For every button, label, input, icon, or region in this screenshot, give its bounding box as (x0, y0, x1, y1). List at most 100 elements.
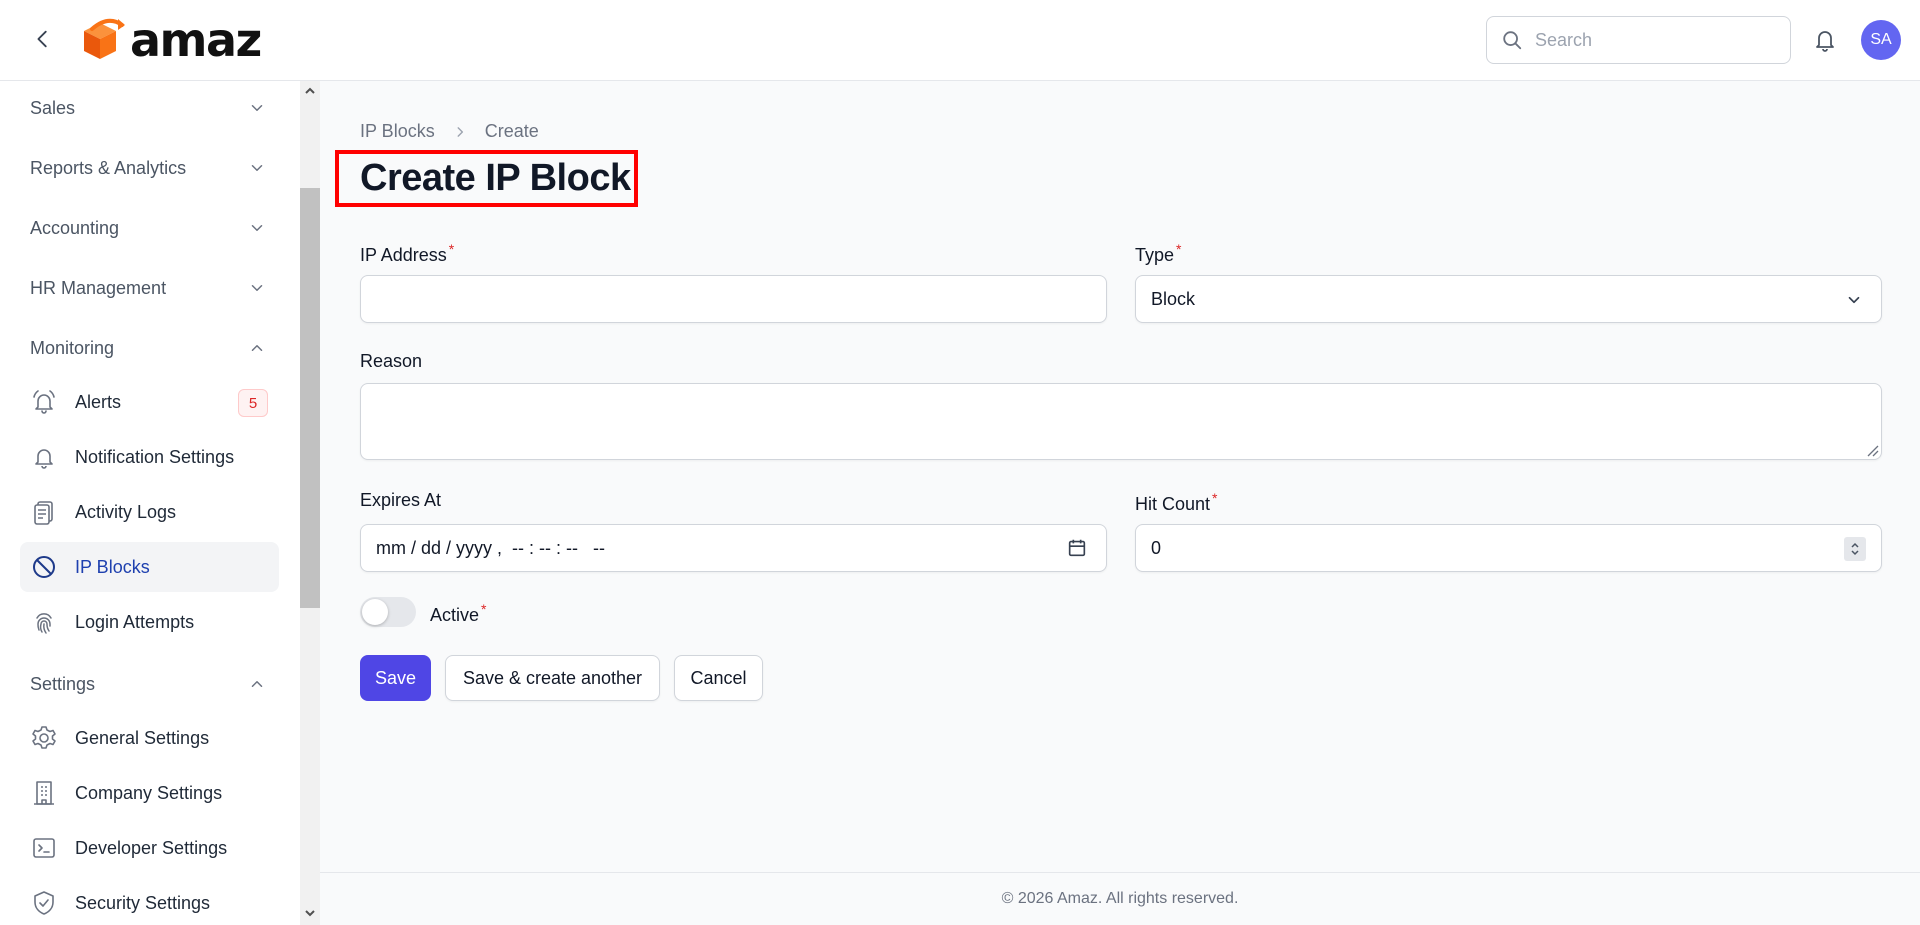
building-icon (30, 779, 58, 807)
chevron-down-icon (251, 165, 263, 171)
required-marker: * (1176, 241, 1182, 257)
search-input[interactable] (1535, 29, 1775, 51)
sidebar-item-login-attempts[interactable]: Login Attempts (20, 597, 279, 647)
page-title: Create IP Block (360, 157, 631, 199)
app-logo[interactable]: amaz (78, 13, 262, 67)
sidebar-item-label: Security Settings (75, 892, 211, 913)
sidebar-group-label: HR Management (30, 277, 167, 298)
toggle-knob (362, 599, 388, 625)
sidebar-group-hr[interactable]: HR Management (0, 266, 300, 310)
scroll-up-button[interactable] (300, 81, 320, 101)
active-label: Active * (430, 601, 486, 626)
bell-icon (1816, 31, 1834, 52)
reason-label: Reason (360, 351, 422, 372)
sidebar-group-accounting[interactable]: Accounting (0, 206, 300, 250)
logo-text: amaz (130, 13, 262, 67)
expires-at-label: Expires At (360, 490, 441, 511)
hit-count-number-input[interactable]: 0 (1135, 524, 1882, 572)
type-select[interactable]: Block (1135, 275, 1882, 323)
sidebar-item-ip-blocks[interactable]: IP Blocks (20, 542, 279, 592)
caret-up-icon (305, 87, 315, 94)
search-icon (1503, 31, 1522, 50)
top-header: amaz SA (0, 0, 1920, 81)
sidebar-group-monitoring[interactable]: Monitoring (0, 326, 300, 370)
save-and-create-another-button[interactable]: Save & create another (445, 655, 660, 701)
sidebar-scrollbar-thumb[interactable] (300, 188, 320, 608)
ip-address-input[interactable] (360, 275, 1107, 323)
caret-down-icon (1851, 550, 1859, 556)
reason-textarea[interactable] (360, 383, 1882, 460)
sidebar-item-alerts[interactable]: Alerts 5 (20, 377, 279, 427)
save-button[interactable]: Save (360, 655, 431, 701)
logo-cube-icon (84, 18, 125, 59)
footer: © 2026 Amaz. All rights reserved. (320, 872, 1920, 925)
datetime-placeholder: mm / dd / yyyy , -- : -- : -- -- (376, 537, 605, 558)
required-marker: * (1212, 490, 1218, 506)
sidebar-item-security-settings[interactable]: Security Settings (20, 878, 279, 925)
sidebar-group-label: Settings (30, 673, 96, 694)
sidebar-group-label: Reports & Analytics (30, 157, 187, 178)
ip-address-label-text: IP Address (360, 245, 447, 265)
user-avatar[interactable]: SA (1861, 20, 1901, 60)
number-spinner[interactable] (1844, 537, 1866, 561)
sidebar-item-company-settings[interactable]: Company Settings (20, 768, 279, 818)
caret-up-icon (1851, 542, 1859, 548)
scroll-down-button[interactable] (300, 903, 320, 923)
main-content: IP Blocks Create Create IP Block IP Addr… (320, 81, 1920, 925)
hit-count-value: 0 (1151, 537, 1162, 558)
sidebar-item-developer-settings[interactable]: Developer Settings (20, 823, 279, 873)
fingerprint-icon (30, 608, 58, 636)
terminal-icon (30, 834, 58, 862)
back-button[interactable] (28, 24, 58, 54)
expires-at-datetime-input[interactable]: mm / dd / yyyy , -- : -- : -- -- (360, 524, 1107, 572)
copyright-text: © 2026 Amaz. All rights reserved. (1001, 890, 1239, 907)
reason-label-text: Reason (360, 351, 423, 371)
caret-down-icon (305, 910, 315, 917)
required-marker: * (481, 601, 487, 617)
hit-count-label: Hit Count * (1135, 490, 1218, 515)
alerts-count-badge: 5 (238, 389, 268, 417)
sidebar-group-sales[interactable]: Sales (0, 86, 300, 130)
bell-icon (30, 443, 58, 471)
active-toggle[interactable] (360, 597, 416, 627)
sidebar: Sales Reports & Analytics Accounting HR … (0, 81, 300, 925)
sidebar-item-label: IP Blocks (75, 556, 150, 577)
sidebar-item-label: Company Settings (75, 782, 223, 803)
chevron-left-icon (37, 30, 47, 48)
sidebar-item-activity-logs[interactable]: Activity Logs (20, 487, 279, 537)
notifications-button[interactable] (1810, 24, 1840, 56)
chevron-down-icon (1848, 296, 1860, 304)
sidebar-item-general-settings[interactable]: General Settings (20, 713, 279, 763)
reason-field-wrap (360, 383, 1882, 460)
ip-address-label: IP Address * (360, 241, 454, 266)
chevron-down-icon (251, 285, 263, 291)
cancel-button[interactable]: Cancel (674, 655, 763, 701)
chevron-down-icon (251, 225, 263, 231)
active-label-text: Active (430, 605, 480, 625)
required-marker: * (448, 241, 455, 257)
breadcrumb-current: Create (484, 121, 539, 141)
calendar-icon[interactable] (1066, 537, 1088, 559)
sidebar-item-notification-settings[interactable]: Notification Settings (20, 432, 279, 482)
resize-handle-icon[interactable] (1865, 443, 1879, 457)
chevron-up-icon (251, 345, 263, 351)
chevron-down-icon (251, 105, 263, 111)
chevron-right-icon (453, 125, 467, 139)
no-symbol-icon (30, 553, 58, 581)
global-search[interactable] (1486, 16, 1791, 64)
breadcrumb-ip-blocks-link[interactable]: IP Blocks (360, 121, 435, 142)
sidebar-group-label: Monitoring (30, 337, 115, 358)
sidebar-group-label: Accounting (30, 217, 120, 238)
sidebar-group-label: Sales (30, 97, 76, 118)
type-label: Type * (1135, 241, 1181, 266)
sidebar-group-reports[interactable]: Reports & Analytics (0, 146, 300, 190)
type-label-text: Type (1135, 245, 1175, 265)
type-select-value: Block (1151, 288, 1196, 309)
breadcrumb: IP Blocks Create (360, 121, 539, 142)
sidebar-group-settings[interactable]: Settings (0, 662, 300, 706)
sidebar-item-label: Developer Settings (75, 837, 228, 858)
sidebar-item-label: Alerts (75, 391, 122, 412)
sidebar-item-label: General Settings (75, 727, 210, 748)
sidebar-item-label: Login Attempts (75, 611, 195, 632)
sidebar-item-label: Notification Settings (75, 446, 235, 467)
